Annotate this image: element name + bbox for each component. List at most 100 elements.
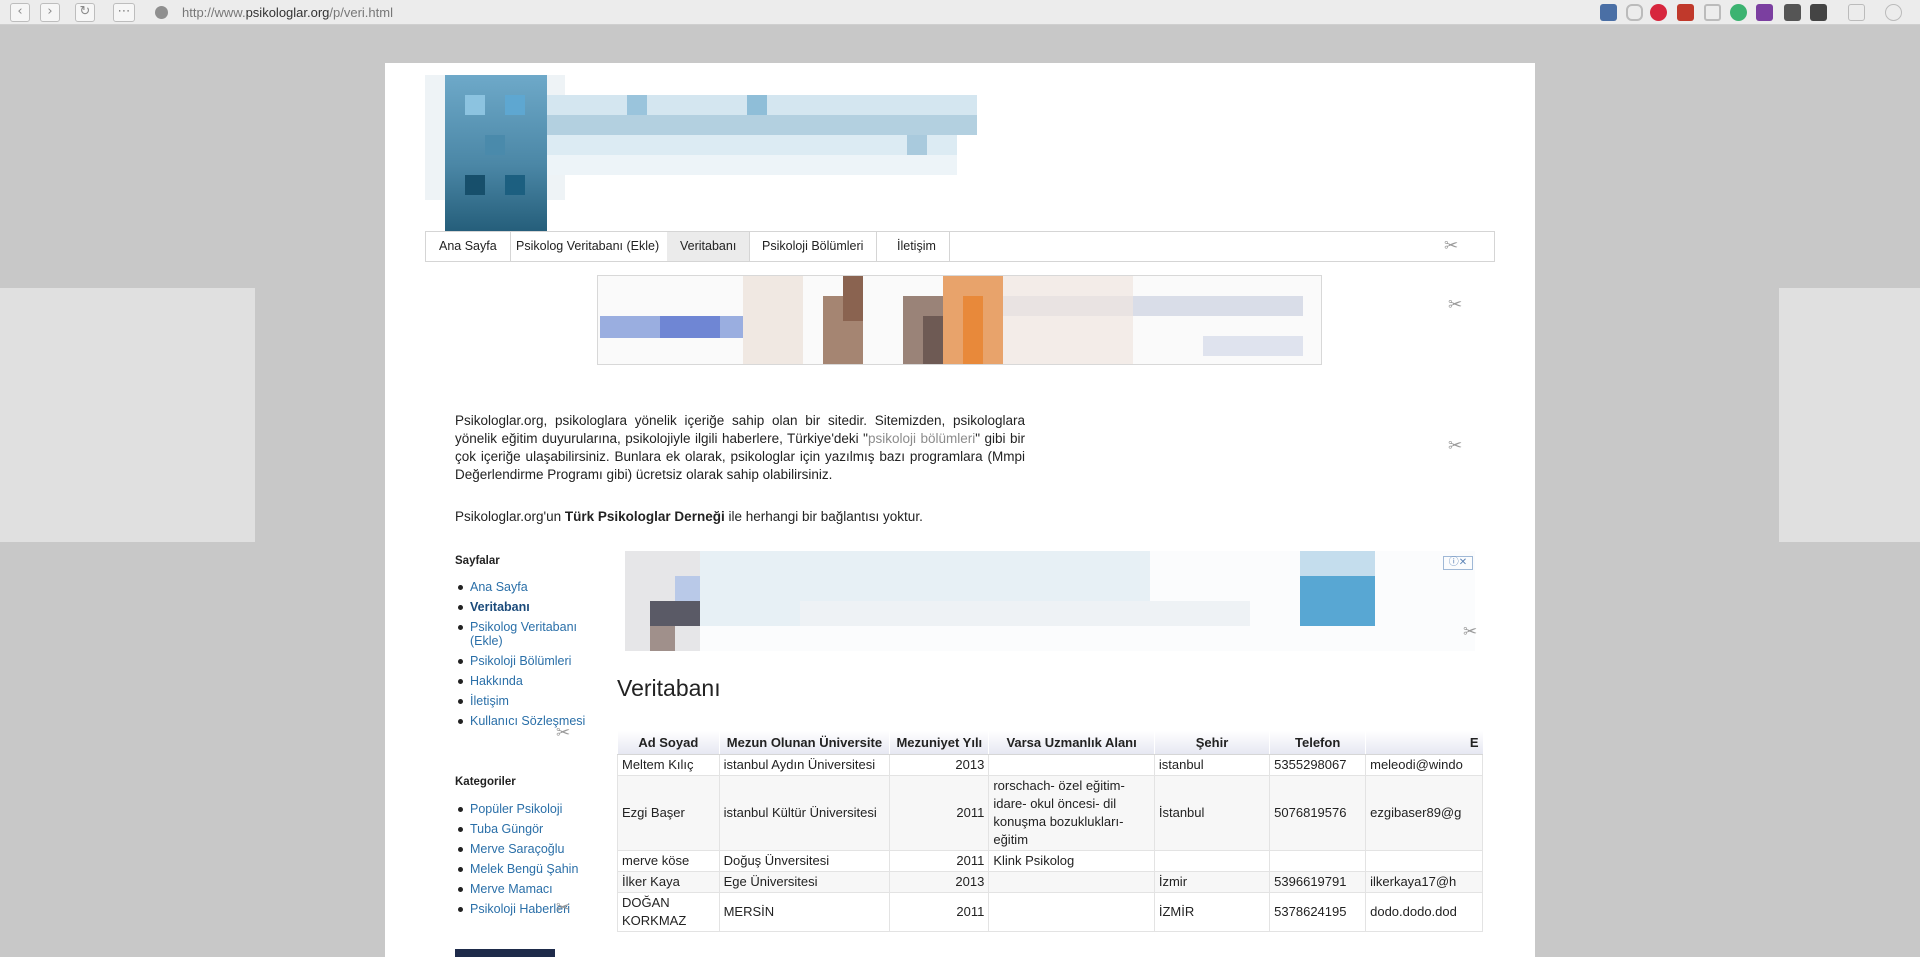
cell-city: İstanbul: [1153, 774, 1271, 851]
cell-name: DOĞAN KORKMAZ: [617, 891, 720, 932]
category-tuba-gungor[interactable]: Tuba Güngör: [455, 822, 595, 836]
table-row: Meltem Kılıç istanbul Aydın Üniversitesi…: [617, 753, 1483, 776]
cell-year: 2013: [889, 870, 990, 893]
cell-city: İZMİR: [1153, 891, 1271, 932]
tab-ana-sayfa[interactable]: Ana Sayfa: [426, 232, 511, 261]
sidebar-item-psikoloji-bolumleri[interactable]: Psikoloji Bölümleri: [455, 654, 595, 668]
cell-university: MERSİN: [718, 891, 891, 932]
disclaimer-bold: Türk Psikologlar Derneği: [564, 509, 725, 524]
shield-outline-icon[interactable]: [1704, 4, 1721, 21]
download-icon[interactable]: [1885, 4, 1902, 21]
reload-icon[interactable]: ↻: [75, 3, 95, 22]
cell-phone: 5396619791: [1269, 870, 1367, 893]
cell-email: meleodi@windo: [1365, 753, 1483, 776]
tab-psikoloji-bolumleri[interactable]: Psikoloji Bölümleri: [749, 232, 878, 261]
onenote-icon[interactable]: [1756, 4, 1773, 21]
table-row: Ezgi Başer istanbul Kültür Üniversitesi …: [617, 774, 1483, 851]
database-table-container: Ad Soyad Mezun Olunan Üniversite Mezuniy…: [617, 731, 1483, 957]
site-logo[interactable]: [425, 75, 990, 238]
intro-text: Psikologlar.org, psikologlara yönelik iç…: [455, 412, 1025, 484]
share-icon[interactable]: [1848, 4, 1865, 21]
sidebar-pages-heading: Sayfalar: [455, 555, 500, 567]
cell-university: istanbul Kültür Üniversitesi: [718, 774, 891, 851]
category-psikoloji-haberleri[interactable]: Psikoloji Haberleri: [455, 902, 595, 916]
sidebar-item-iletisim[interactable]: İletişim: [455, 694, 595, 708]
database-table: Ad Soyad Mezun Olunan Üniversite Mezuniy…: [617, 731, 1483, 932]
category-melek-bengu-sahin[interactable]: Melek Bengü Şahin: [455, 862, 595, 876]
page-card: Ana Sayfa Psikolog Veritabanı (Ekle) Ver…: [385, 63, 1535, 957]
cell-name: İlker Kaya: [617, 870, 720, 893]
cell-city: [1153, 849, 1271, 872]
cell-name: Meltem Kılıç: [617, 753, 720, 776]
tab-veritabani[interactable]: Veritabanı: [667, 232, 751, 261]
evernote-icon[interactable]: [1784, 4, 1801, 21]
heart-icon[interactable]: [1650, 4, 1667, 21]
cell-city: istanbul: [1153, 753, 1271, 776]
pocket-icon[interactable]: [1810, 4, 1827, 21]
category-merve-mamaci[interactable]: Merve Mamacı: [455, 882, 595, 896]
tab-psikolog-veritabani-ekle[interactable]: Psikolog Veritabanı (Ekle): [503, 232, 674, 261]
table-header-row: Ad Soyad Mezun Olunan Üniversite Mezuniy…: [617, 731, 1483, 755]
forward-icon[interactable]: ›: [40, 3, 60, 22]
sidebar-item-veritabani[interactable]: Veritabanı: [455, 600, 595, 614]
green-extension-icon[interactable]: [1730, 4, 1747, 21]
cell-phone: 5378624195: [1269, 891, 1367, 932]
cell-phone: [1269, 849, 1367, 872]
ad-banner-2[interactable]: ⓘ✕: [625, 551, 1475, 651]
cell-university: Doğuş Ünversitesi: [718, 849, 891, 872]
adchoices-icon[interactable]: ⓘ✕: [1443, 556, 1473, 570]
col-mezun-olunan-universite[interactable]: Mezun Olunan Üniversite: [718, 731, 890, 755]
disclaimer-text: Psikologlar.org'un Türk Psikologlar Dern…: [455, 508, 1155, 526]
col-uzmanlik-alani[interactable]: Varsa Uzmanlık Alanı: [988, 731, 1155, 755]
cell-specialty: [988, 753, 1155, 776]
col-email[interactable]: E: [1365, 731, 1483, 755]
disclaimer-post: ile herhangi bir bağlantısı yoktur.: [724, 509, 923, 524]
cell-specialty: [988, 870, 1155, 893]
cell-email: ilkerkaya17@h: [1365, 870, 1483, 893]
url-prefix: http://www.: [182, 5, 246, 20]
wrench-icon[interactable]: ✂: [1463, 623, 1481, 641]
back-icon[interactable]: ‹: [10, 3, 30, 22]
cell-year: 2013: [889, 753, 990, 776]
wrench-icon[interactable]: ✂: [556, 899, 574, 917]
cell-name: Ezgi Başer: [617, 774, 720, 851]
cell-year: 2011: [889, 891, 990, 932]
search-extension-icon[interactable]: [1600, 4, 1617, 21]
wrench-icon[interactable]: ✂: [556, 724, 574, 742]
col-sehir[interactable]: Şehir: [1153, 731, 1270, 755]
disclaimer-pre: Psikologlar.org'un: [455, 509, 565, 524]
cell-phone: 5355298067: [1269, 753, 1367, 776]
col-ad-soyad[interactable]: Ad Soyad: [617, 731, 720, 755]
category-populer-psikoloji[interactable]: Popüler Psikoloji: [455, 802, 595, 816]
sidebar-item-kullanici-sozlesmesi[interactable]: Kullanıcı Sözleşmesi: [455, 714, 595, 728]
cell-email: dodo.dodo.dod: [1365, 891, 1483, 932]
cell-specialty: rorschach- özel eğitim- idare- okul önce…: [988, 774, 1155, 851]
cell-name: merve köse: [617, 849, 720, 872]
ad-banner[interactable]: [597, 275, 1322, 365]
category-merve-saracoglu[interactable]: Merve Saraçoğlu: [455, 842, 595, 856]
col-mezuniyet-yili[interactable]: Mezuniyet Yılı: [889, 731, 989, 755]
calendar-icon[interactable]: [1677, 4, 1694, 21]
sidebar-ad[interactable]: [455, 949, 555, 957]
backdrop-band: [0, 288, 255, 542]
wrench-icon[interactable]: ✂: [1444, 237, 1462, 255]
cell-email: ezgibaser89@g: [1365, 774, 1483, 851]
wrench-icon[interactable]: ✂: [1448, 296, 1466, 314]
tab-iletisim[interactable]: İletişim: [884, 232, 950, 261]
cell-phone: 5076819576: [1269, 774, 1367, 851]
cell-year: 2011: [889, 849, 990, 872]
cell-year: 2011: [889, 774, 990, 851]
psikoloji-bolumleri-link[interactable]: psikoloji bölümleri: [868, 431, 975, 446]
sidebar-item-ana-sayfa[interactable]: Ana Sayfa: [455, 580, 595, 594]
main-nav: Ana Sayfa Psikolog Veritabanı (Ekle) Ver…: [425, 231, 1495, 262]
col-telefon[interactable]: Telefon: [1269, 731, 1366, 755]
sidebar-item-hakkinda[interactable]: Hakkında: [455, 674, 595, 688]
shield-icon[interactable]: [1626, 4, 1643, 21]
sidebar-pages-list: Ana Sayfa Veritabanı Psikolog Veritabanı…: [455, 580, 595, 734]
sidebar-item-psikolog-veritabani-ekle[interactable]: Psikolog Veritabanı (Ekle): [455, 620, 595, 648]
wrench-icon[interactable]: ✂: [1448, 437, 1466, 455]
cell-university: Ege Üniversitesi: [718, 870, 891, 893]
grid-icon[interactable]: ⋯: [113, 3, 135, 22]
url-path: /p/veri.html: [329, 5, 393, 20]
address-bar[interactable]: http://www.psikologlar.org/p/veri.html: [182, 3, 1622, 22]
